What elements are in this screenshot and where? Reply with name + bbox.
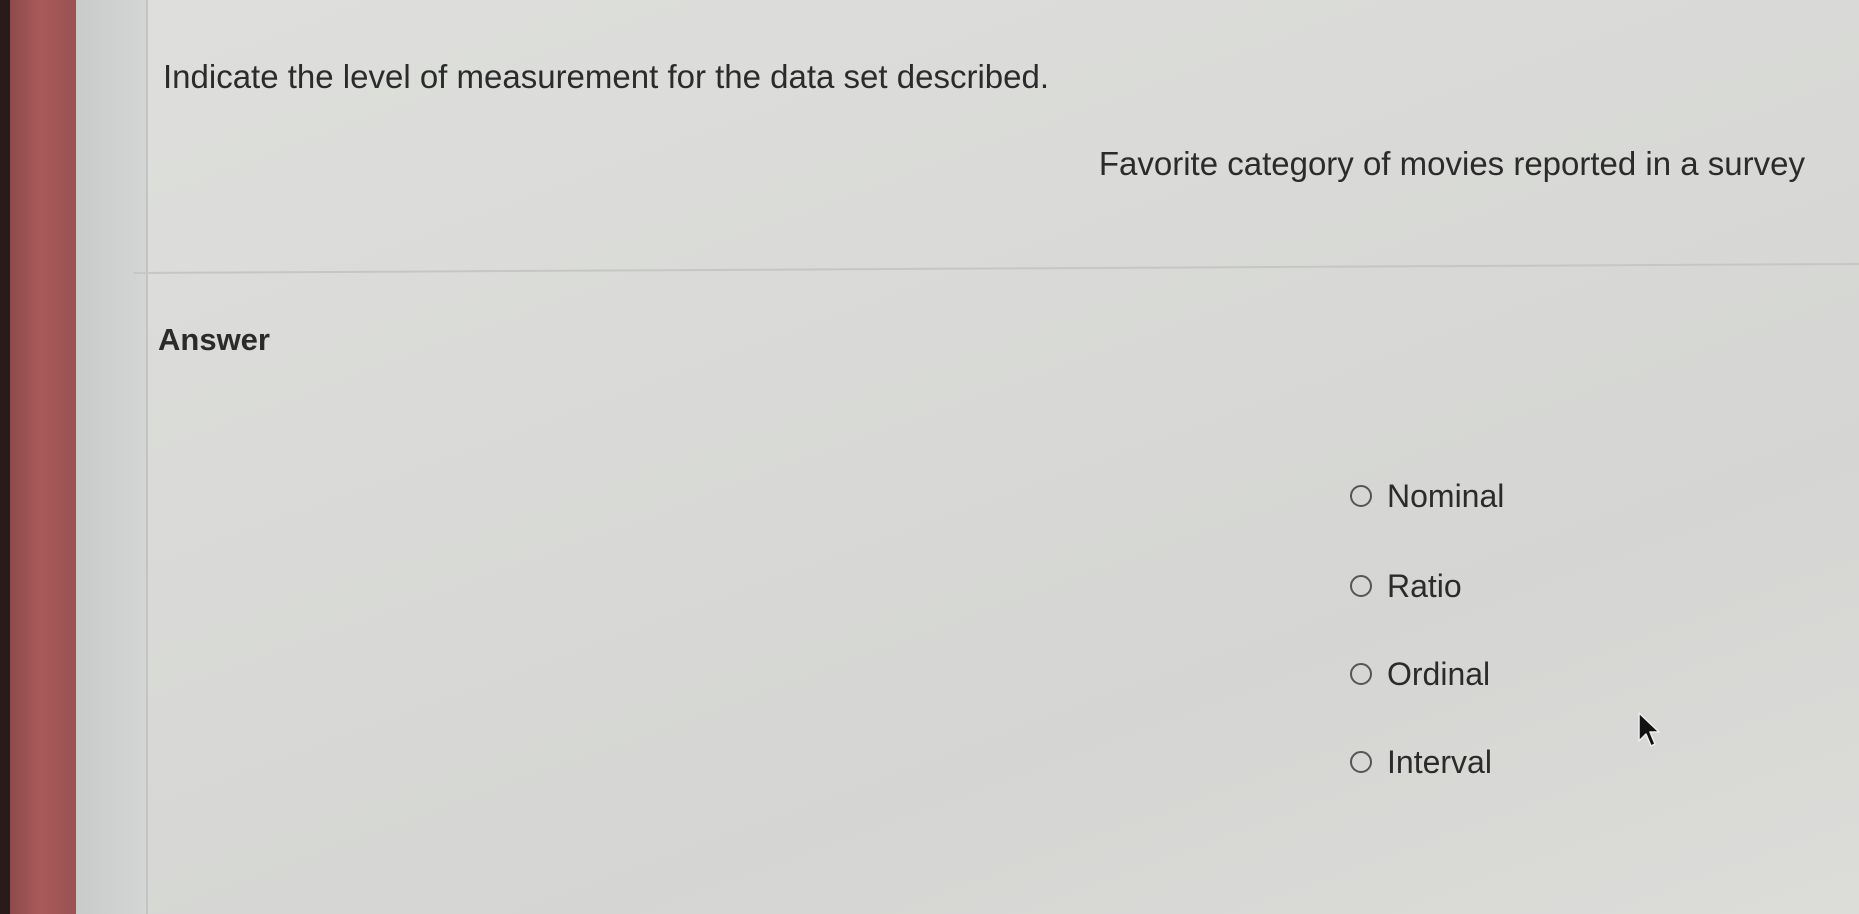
answer-heading: Answer — [158, 322, 270, 357]
option-interval[interactable]: Interval — [1350, 742, 1492, 782]
option-label[interactable]: Ordinal — [1387, 656, 1490, 693]
mouse-pointer-icon — [1638, 712, 1660, 747]
option-label[interactable]: Ratio — [1387, 568, 1462, 605]
question-title: Indicate the level of measurement for th… — [163, 58, 1050, 95]
monitor-bezel — [10, 0, 76, 914]
radio-empty-icon[interactable] — [1350, 485, 1372, 507]
option-label[interactable]: Nominal — [1387, 478, 1504, 515]
left-gutter — [76, 0, 148, 914]
option-label[interactable]: Interval — [1387, 744, 1492, 781]
option-ordinal[interactable]: Ordinal — [1350, 654, 1490, 694]
question-description: Favorite category of movies reported in … — [1098, 145, 1805, 182]
option-nominal[interactable]: Nominal — [1350, 476, 1504, 516]
radio-empty-icon[interactable] — [1350, 751, 1372, 773]
option-ratio[interactable]: Ratio — [1350, 566, 1462, 606]
monitor-bezel-edge — [0, 0, 10, 914]
section-divider — [133, 262, 1859, 274]
radio-empty-icon[interactable] — [1350, 663, 1372, 685]
question-panel: Indicate the level of measurement for th… — [133, 0, 1859, 914]
radio-empty-icon[interactable] — [1350, 575, 1372, 597]
